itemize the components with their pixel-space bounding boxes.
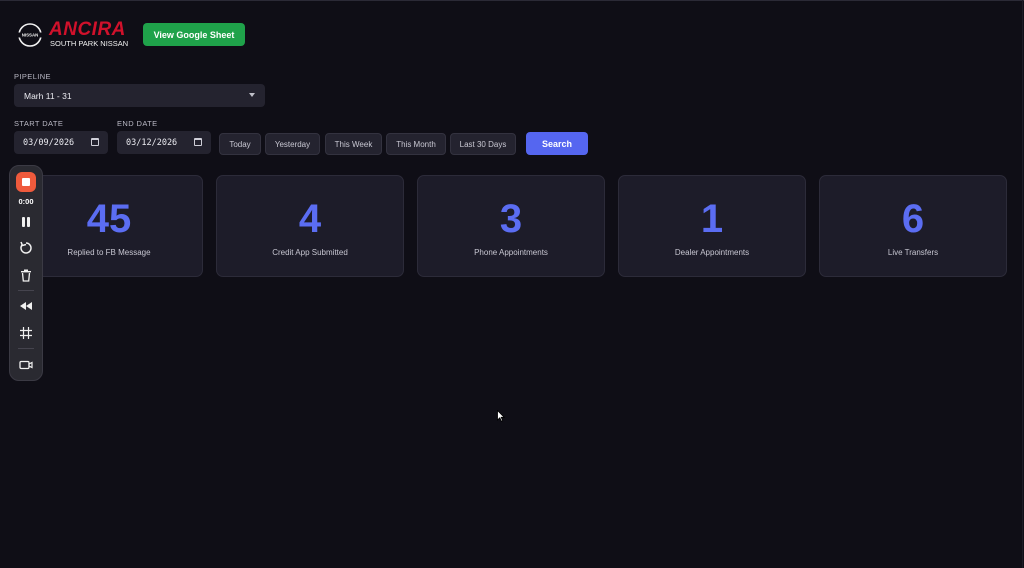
metric-card-live-transfers: 6 Live Transfers [819, 175, 1007, 277]
dealer-logo[interactable]: NISSAN ANCIRA SOUTH PARK NISSAN [16, 20, 128, 50]
pipeline-label: PIPELINE [14, 72, 51, 81]
stop-icon[interactable] [16, 172, 36, 192]
metric-value: 4 [298, 197, 322, 241]
start-date-value: 03/09/2026 [23, 137, 75, 148]
top-border [0, 0, 1024, 1]
metric-label: Phone Appointments [474, 248, 548, 257]
this-week-button[interactable]: This Week [325, 133, 382, 155]
search-button[interactable]: Search [526, 132, 588, 155]
metric-label: Dealer Appointments [674, 248, 750, 257]
metric-label: Live Transfers [887, 248, 939, 257]
recorder-toolbar: 0:00 [9, 165, 43, 381]
camera-icon[interactable] [18, 357, 34, 373]
metric-label: Credit App Submitted [272, 248, 348, 257]
today-button[interactable]: Today [219, 133, 261, 155]
metric-value: 1 [700, 197, 724, 241]
start-date-label: START DATE [14, 119, 64, 128]
svg-text:NISSAN: NISSAN [22, 33, 39, 38]
recording-time: 0:00 [18, 197, 34, 206]
yesterday-button[interactable]: Yesterday [265, 133, 320, 155]
pipeline-value: Marh 11 - 31 [24, 90, 72, 101]
restart-icon[interactable] [18, 240, 34, 256]
calendar-icon[interactable] [194, 138, 202, 146]
pipeline-select[interactable]: Marh 11 - 31 [14, 84, 265, 107]
pause-icon[interactable] [18, 214, 34, 230]
end-date-label: END DATE [117, 119, 158, 128]
end-date-input[interactable]: 03/12/2026 [117, 131, 211, 154]
right-border [1022, 0, 1023, 568]
calendar-icon[interactable] [91, 138, 99, 146]
metric-card-phone-appointments: 3 Phone Appointments [417, 175, 605, 277]
rewind-icon[interactable] [18, 298, 34, 314]
trash-icon[interactable] [18, 267, 34, 283]
brand-name: ANCIRA [49, 19, 126, 40]
nissan-badge-icon: NISSAN [16, 23, 44, 47]
brand-subtitle: SOUTH PARK NISSAN [50, 39, 129, 48]
toolbar-divider [18, 290, 34, 291]
mouse-cursor-icon [497, 410, 505, 422]
metric-card-dealer-appointments: 1 Dealer Appointments [618, 175, 806, 277]
grid-icon[interactable] [18, 325, 34, 341]
last-30-days-button[interactable]: Last 30 Days [450, 133, 516, 155]
metric-value: 45 [86, 197, 132, 241]
metric-card-credit-apps: 4 Credit App Submitted [216, 175, 404, 277]
this-month-button[interactable]: This Month [386, 133, 446, 155]
end-date-value: 03/12/2026 [126, 137, 178, 148]
toolbar-divider [18, 348, 34, 349]
start-date-input[interactable]: 03/09/2026 [14, 131, 108, 154]
view-google-sheet-button[interactable]: View Google Sheet [143, 23, 245, 46]
chevron-down-icon [249, 93, 255, 97]
metric-value: 3 [499, 197, 523, 241]
metric-value: 6 [901, 197, 925, 241]
metric-label: Replied to FB Message [67, 248, 151, 257]
metric-card-fb-replies: 45 Replied to FB Message [15, 175, 203, 277]
